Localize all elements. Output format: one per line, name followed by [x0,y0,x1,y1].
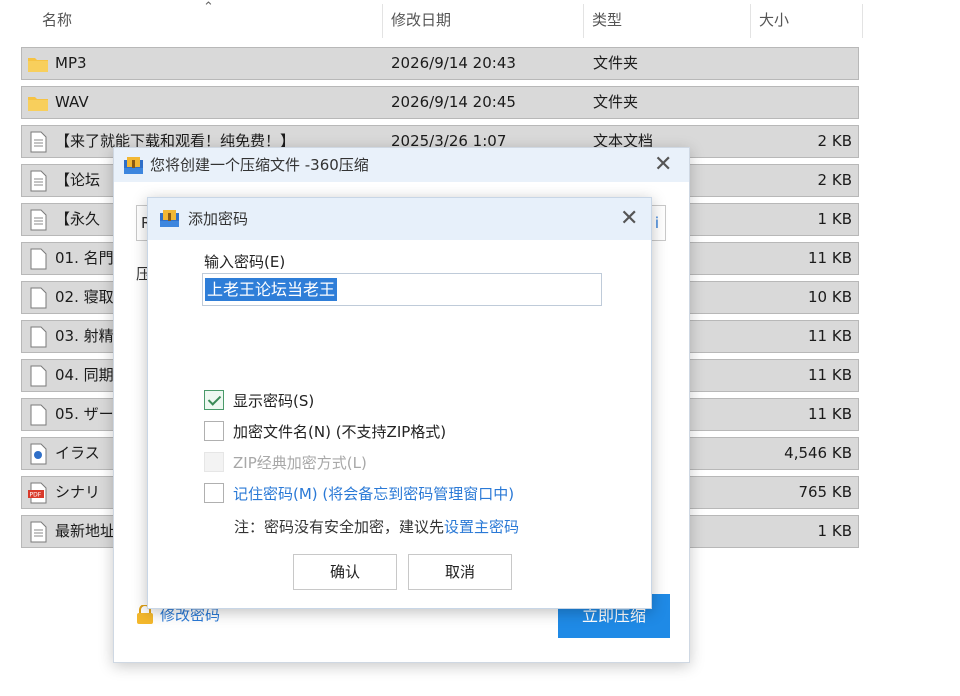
remember-password-checkbox[interactable] [204,483,224,503]
column-date-header[interactable]: 修改日期 [383,0,583,40]
browse-icon[interactable]: i [655,206,659,240]
show-password-checkbox[interactable] [204,390,224,410]
file-size: 10 KB [808,288,852,306]
security-note: 注：密码没有安全加密，建议先设置主密码 [234,516,519,537]
confirm-button[interactable]: 确认 [293,554,397,590]
pdf-file-icon: PDF [28,482,48,504]
show-password-label: 显示密码(S) [233,392,315,410]
cancel-button[interactable]: 取消 [408,554,512,590]
image-file-icon [28,443,48,465]
set-master-password-link[interactable]: 设置主密码 [444,518,519,536]
dialog-title: 添加密码 [188,210,249,228]
encrypt-filenames-label: 加密文件名(N) (不支持ZIP格式) [233,423,447,441]
archive-app-icon [124,157,143,174]
text-file-icon [28,170,48,192]
file-size: 11 KB [808,249,852,267]
password-input[interactable]: 上老王论坛当老王 [202,273,602,306]
file-name: WAV [55,93,89,111]
column-size-header[interactable]: 大小 [751,0,861,40]
file-date: 2026/9/14 20:45 [391,93,516,111]
blank-file-icon [28,404,48,426]
file-type: 文件夹 [593,93,639,111]
sort-ascending-icon: ⌃ [203,0,214,15]
add-password-dialog: 添加密码 ✕ 输入密码(E) 上老王论坛当老王 显示密码(S) 加密文件名(N)… [147,197,652,609]
file-size: 765 KB [798,483,852,501]
file-size: 1 KB [817,210,852,228]
file-name: MP3 [55,54,87,72]
blank-file-icon [28,287,48,309]
zip-classic-checkbox [204,452,224,472]
column-header-bar: 名称 ⌃ 修改日期 类型 大小 [0,0,870,40]
remember-password-label: 记住密码(M) (将会备忘到密码管理窗口中) [233,485,515,503]
text-file-icon [28,209,48,231]
file-size: 11 KB [808,366,852,384]
dialog-title: 您将创建一个压缩文件 -360压缩 [150,156,369,174]
file-size: 11 KB [808,327,852,345]
password-input-label: 输入密码(E) [204,253,286,271]
file-size: 2 KB [817,132,852,150]
file-size: 1 KB [817,522,852,540]
dialog-title-bar: 添加密码 ✕ [148,198,651,240]
blank-file-icon [28,365,48,387]
text-file-icon [28,131,48,153]
encrypt-filenames-checkbox[interactable] [204,421,224,441]
text-file-icon [28,521,48,543]
column-type-header[interactable]: 类型 [584,0,750,40]
zip-classic-label: ZIP经典加密方式(L) [233,454,367,472]
svg-text:PDF: PDF [30,492,42,499]
blank-file-icon [28,326,48,348]
file-date: 2026/9/14 20:43 [391,54,516,72]
column-divider[interactable] [862,4,863,38]
dialog-title-bar: 您将创建一个压缩文件 -360压缩 ✕ [114,148,689,182]
file-size: 2 KB [817,171,852,189]
file-size: 4,546 KB [784,444,852,462]
password-value: 上老王论坛当老王 [205,278,338,301]
file-row[interactable]: WAV 2026/9/14 20:45 文件夹 [21,86,859,119]
folder-icon [28,53,48,75]
file-size: 11 KB [808,405,852,423]
blank-file-icon [28,248,48,270]
close-icon[interactable]: ✕ [654,154,672,176]
file-type: 文件夹 [593,54,639,72]
security-note-text: 注：密码没有安全加密，建议先 [234,518,445,536]
folder-icon [28,92,48,114]
file-row[interactable]: MP3 2026/9/14 20:43 文件夹 [21,47,859,80]
close-icon[interactable]: ✕ [620,208,638,230]
archive-app-icon [160,210,179,227]
